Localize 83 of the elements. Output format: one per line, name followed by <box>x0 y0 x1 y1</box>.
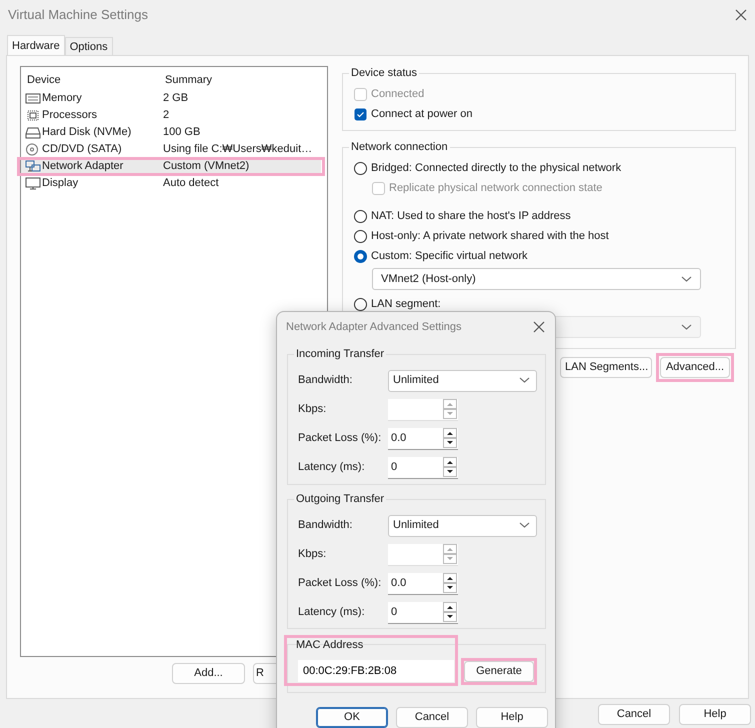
dropdown-value: Unlimited <box>393 373 439 388</box>
chevron-down-icon <box>681 324 692 330</box>
spinner-arrows-icon[interactable] <box>443 457 457 477</box>
device-summary: Custom (VMnet2) <box>163 159 250 174</box>
device-summary: 2 GB <box>163 91 188 106</box>
radio-button[interactable] <box>354 298 367 310</box>
field-label: Kbps: <box>298 402 328 418</box>
column-header: Summary <box>165 72 212 88</box>
close-icon[interactable] <box>533 321 545 333</box>
window-title: Virtual Machine Settings <box>8 6 148 24</box>
dropdown[interactable]: VMnet2 (Host-only) <box>372 268 701 290</box>
device-row[interactable]: Memory 2 GB <box>21 90 321 107</box>
device-summary: 2 <box>163 108 170 124</box>
device-name: Memory <box>42 91 83 106</box>
spinner-arrows-icon[interactable] <box>443 602 457 622</box>
number-field[interactable]: 0.0 <box>388 428 458 450</box>
chevron-down-icon <box>519 522 530 529</box>
device-row[interactable]: Display Auto detect <box>21 175 321 192</box>
radio-button[interactable] <box>354 250 367 262</box>
button[interactable]: Cancel <box>598 704 670 725</box>
field-label: Kbps: <box>298 547 328 562</box>
radio-label: Host-only: A private network shared with the host <box>371 228 609 244</box>
close-icon[interactable] <box>735 9 747 21</box>
dropdown-value: VMnet2 (Host-only) <box>381 272 476 287</box>
column-header: Device <box>27 72 62 88</box>
device-row[interactable]: CD/DVD (SATA) Using file C:₩Users₩keduit… <box>21 141 321 158</box>
network-icon <box>25 160 41 173</box>
number-field[interactable]: 0 <box>388 456 458 478</box>
button[interactable]: OK <box>316 707 388 728</box>
disc-icon <box>25 143 41 156</box>
radio-label: Custom: Specific virtual network <box>371 248 528 264</box>
device-summary: Auto detect <box>163 176 219 192</box>
dropdown[interactable]: Unlimited <box>388 370 537 392</box>
radio-button[interactable] <box>354 162 367 174</box>
field-label: Latency (ms): <box>298 605 366 620</box>
monitor-icon <box>25 177 41 190</box>
device-row[interactable]: Processors 2 <box>21 107 321 124</box>
device-name: CD/DVD (SATA) <box>42 142 123 158</box>
field-label: Packet Loss (%): <box>298 576 382 592</box>
checkbox-label: Connect at power on <box>371 106 473 122</box>
button[interactable]: Cancel <box>396 707 468 728</box>
button[interactable]: Generate <box>464 661 534 682</box>
device-summary: 100 GB <box>163 125 200 140</box>
chevron-down-icon <box>681 276 692 282</box>
spinner-arrows-icon[interactable] <box>443 573 457 593</box>
device-row[interactable]: Hard Disk (NVMe) 100 GB <box>21 124 321 141</box>
radio-label: NAT: Used to share the host's IP address <box>371 208 571 224</box>
device-name: Display <box>42 176 80 192</box>
number-field[interactable]: 0.0 <box>388 572 458 594</box>
device-name: Hard Disk (NVMe) <box>42 125 132 140</box>
spinner-arrows-icon[interactable] <box>443 428 457 448</box>
checkbox[interactable] <box>354 108 367 120</box>
device-name: Network Adapter <box>42 159 124 174</box>
chip-icon <box>25 109 41 122</box>
tab[interactable]: Hardware <box>7 35 65 55</box>
button[interactable]: Help <box>476 707 548 728</box>
number-field[interactable]: 0 <box>388 602 458 624</box>
mac-address-field[interactable]: 00:0C:29:FB:2B:08 <box>298 660 454 682</box>
group-title: Incoming Transfer <box>294 347 386 361</box>
memory-icon <box>25 92 41 105</box>
checkbox-label: Connected <box>371 86 424 102</box>
radio-label: LAN segment: <box>371 296 441 312</box>
radio-label: Bridged: Connected directly to the physical network <box>371 160 622 176</box>
field-label: Bandwidth: <box>298 373 354 388</box>
button[interactable]: LAN Segments... <box>560 357 652 378</box>
button[interactable]: Add... <box>172 663 245 684</box>
group-title: MAC Address <box>295 638 364 652</box>
button[interactable]: Advanced... <box>660 357 730 378</box>
checkbox-label: Replicate physical network connection state <box>389 180 602 196</box>
field-label: Packet Loss (%): <box>298 431 382 446</box>
radio-button[interactable] <box>354 210 367 222</box>
button[interactable]: Help <box>679 704 751 725</box>
device-name: Processors <box>42 108 98 124</box>
field-label: Bandwidth: <box>298 518 354 534</box>
dropdown[interactable]: Unlimited <box>388 514 537 536</box>
chevron-down-icon <box>519 377 530 384</box>
radio-button[interactable] <box>354 230 367 242</box>
group-title: Outgoing Transfer <box>294 492 386 506</box>
dropdown-value: Unlimited <box>393 518 439 534</box>
tab[interactable]: Options <box>64 37 113 55</box>
field-label: Latency (ms): <box>298 460 366 476</box>
device-summary: Using file C:₩Users₩keduit… <box>163 142 312 158</box>
dialog-title: Network Adapter Advanced Settings <box>286 320 462 335</box>
